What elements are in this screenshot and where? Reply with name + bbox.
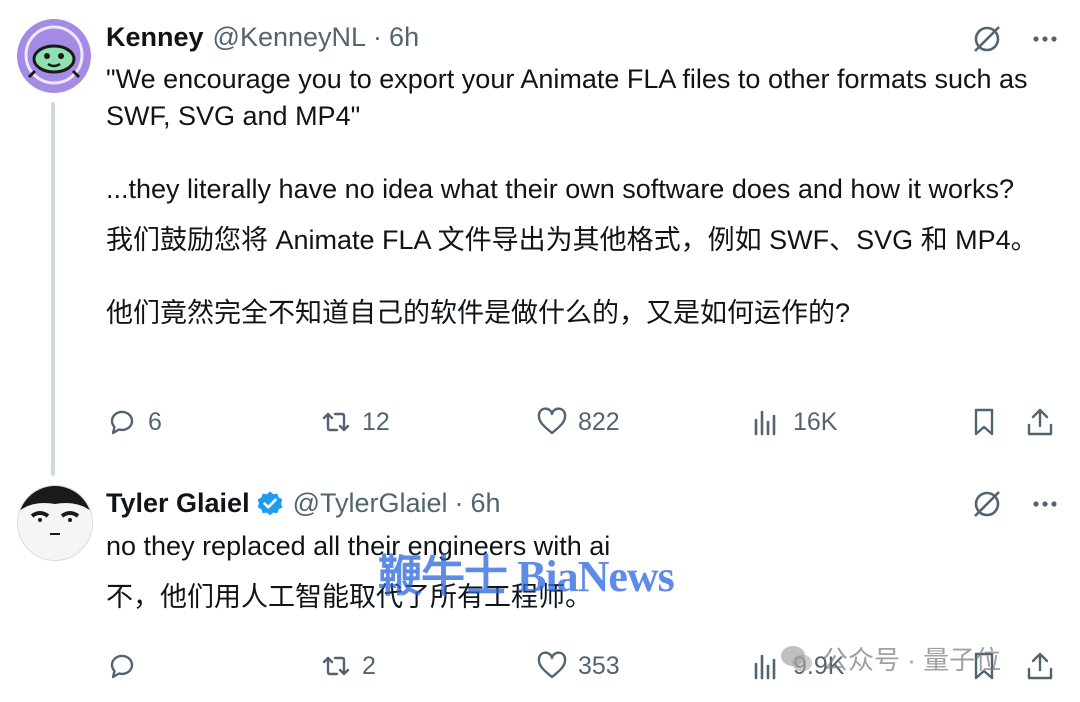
share-icon xyxy=(1027,408,1053,436)
repost-count: 12 xyxy=(362,407,390,436)
reply-icon xyxy=(110,410,134,435)
verified-badge-icon xyxy=(256,490,284,518)
tweet-top-actions xyxy=(970,487,1062,521)
wechat-watermark: 公众号 · 量子位 xyxy=(780,640,1001,677)
share-button[interactable] xyxy=(1024,650,1056,682)
wechat-account-label: 公众号 · 量子位 xyxy=(822,645,1002,675)
separator-dot: · xyxy=(373,22,383,52)
grok-icon[interactable] xyxy=(970,487,1004,521)
bookmark-icon xyxy=(974,408,994,436)
timestamp[interactable]: 6h xyxy=(471,488,501,519)
author-handle[interactable]: @TylerGlaiel xyxy=(293,488,448,519)
like-button[interactable]: 353 xyxy=(536,650,620,682)
translation-cn-quote: 我们鼓励您将 Animate FLA 文件导出为其他格式，例如 SWF、SVG … xyxy=(106,225,1038,255)
author-name[interactable]: Tyler Glaiel xyxy=(106,488,250,519)
like-count: 822 xyxy=(578,407,620,436)
thread-line xyxy=(51,102,55,476)
like-icon xyxy=(537,651,567,679)
tweet-actions: 6 12 822 16K xyxy=(106,406,1056,446)
reply-icon xyxy=(110,654,134,679)
tweet-top-actions xyxy=(970,22,1062,56)
author-name[interactable]: Kenney xyxy=(106,22,204,53)
views-icon xyxy=(754,410,776,436)
repost-button[interactable]: 2 xyxy=(320,650,376,682)
repost-count: 2 xyxy=(362,651,376,680)
author-handle[interactable]: @KenneyNL xyxy=(213,22,367,53)
tweet-header: Tyler Glaiel @TylerGlaiel · 6h xyxy=(106,488,501,519)
views-icon xyxy=(754,654,776,680)
repost-icon xyxy=(322,656,350,676)
separator-dot: · xyxy=(454,488,464,518)
bookmark-button[interactable] xyxy=(968,406,1000,438)
reply-count: 6 xyxy=(148,407,162,436)
tweet-text-en-quote: "We encourage you to export your Animate… xyxy=(106,64,1028,131)
share-icon xyxy=(1027,652,1053,680)
tweet-header: Kenney @KenneyNL · 6h xyxy=(106,22,419,53)
like-button[interactable]: 822 xyxy=(536,406,620,438)
timestamp[interactable]: 6h xyxy=(389,22,419,53)
like-icon xyxy=(537,407,567,435)
like-count: 353 xyxy=(578,651,620,680)
translation-cn-comment: 他们竟然完全不知道自己的软件是做什么的，又是如何运作的? xyxy=(106,298,851,328)
tweet-text-en-comment: ...they literally have no idea what thei… xyxy=(106,174,1014,204)
wechat-icon xyxy=(781,645,812,671)
views-button[interactable]: 16K xyxy=(751,406,837,438)
tweet-body: "We encourage you to export your Animate… xyxy=(106,61,1046,332)
share-button[interactable] xyxy=(1024,406,1056,438)
views-count: 16K xyxy=(793,407,838,436)
repost-button[interactable]: 12 xyxy=(320,406,390,438)
more-icon[interactable] xyxy=(1028,22,1062,56)
grok-icon[interactable] xyxy=(970,22,1004,56)
reply-button[interactable]: 6 xyxy=(106,406,162,438)
repost-icon xyxy=(322,412,350,432)
bianews-watermark: 鞭牛士 BiaNews xyxy=(378,552,675,601)
avatar-tyler[interactable] xyxy=(17,485,93,561)
more-icon[interactable] xyxy=(1028,487,1062,521)
avatar-kenney[interactable] xyxy=(17,19,91,93)
reply-button[interactable] xyxy=(106,650,148,682)
